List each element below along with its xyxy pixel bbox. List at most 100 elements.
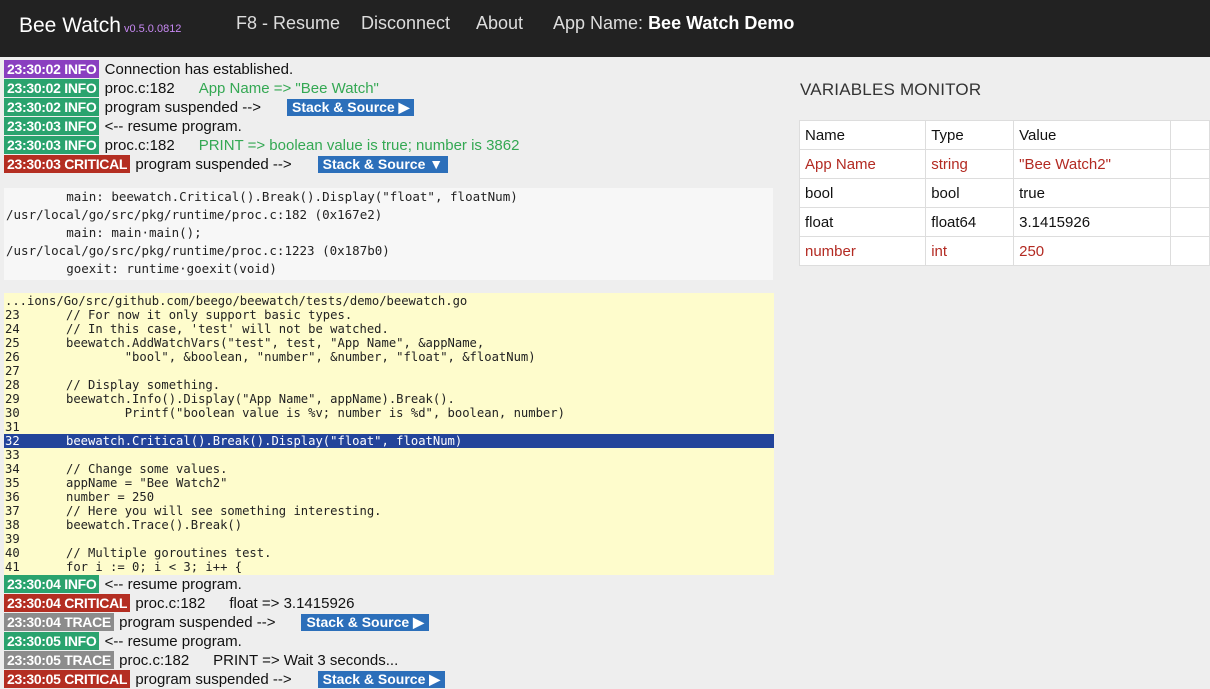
log-message: program suspended --> (131, 671, 292, 688)
log-message: proc.c:182 (131, 595, 206, 612)
code-text: "bool", &boolean, "number", &number, "fl… (66, 350, 536, 364)
line-number: 40 (5, 546, 20, 560)
about-link[interactable]: About (476, 13, 523, 34)
log-level-badge: 23:30:02 INFO (4, 60, 100, 78)
line-number: 36 (5, 490, 20, 504)
code-line: 35 appName = "Bee Watch2" (4, 476, 774, 490)
var-value: true (1013, 178, 1172, 208)
code-line: 39 (4, 532, 774, 546)
disconnect-link[interactable]: Disconnect (361, 13, 450, 34)
code-text: beewatch.AddWatchVars("test", test, "App… (66, 336, 485, 350)
code-line: 23 // For now it only support basic types… (4, 308, 774, 322)
log-message: <-- resume program. (100, 118, 242, 135)
code-line: 31 (4, 420, 774, 434)
table-row: App Name string "Bee Watch2" (799, 149, 1210, 179)
top-navbar: Bee Watch v0.5.0.0812 F8 - Resume Disconn… (0, 0, 1210, 57)
table-row: float float64 3.1415926 (799, 207, 1210, 237)
stack-source-button[interactable]: Stack & Source ▶ (287, 99, 415, 116)
log-level-badge: 23:30:02 INFO (4, 98, 100, 116)
line-number: 35 (5, 476, 20, 490)
stack-line: main: main·main(); (6, 225, 202, 240)
var-extra (1170, 236, 1210, 266)
table-row: number int 250 (799, 236, 1210, 266)
line-number: 23 (5, 308, 20, 322)
log-message: proc.c:182 (100, 80, 175, 97)
log-detail: App Name => "Bee Watch" (198, 80, 379, 97)
stack-source-button[interactable]: Stack & Source ▶ (301, 614, 429, 631)
log-message: program suspended --> (100, 99, 261, 116)
log-entry: 23:30:04 CRITICAL proc.c:182 float => 3.1… (4, 594, 355, 613)
log-entry: 23:30:05 CRITICAL program suspended --> S… (4, 670, 446, 689)
variables-table: Name Type Value App Name string "Bee Watch… (799, 120, 1210, 266)
var-type: bool (925, 178, 1015, 208)
log-detail: PRINT => Wait 3 seconds... (213, 652, 399, 669)
app-name-label: App Name: (553, 13, 644, 33)
stack-source-button[interactable]: Stack & Source ▶ (317, 671, 446, 688)
code-line: 36 number = 250 (4, 490, 774, 504)
brand[interactable]: Bee Watch v0.5.0.0812 (19, 14, 181, 38)
resume-link[interactable]: F8 - Resume (236, 13, 340, 34)
log-message: Connection has established. (100, 61, 294, 78)
stack-line: main: beewatch.Critical().Break().Displa… (6, 189, 518, 204)
code-line: 28 // Display something. (4, 378, 774, 392)
log-level-badge: 23:30:04 CRITICAL (4, 594, 131, 612)
line-number: 27 (5, 364, 20, 378)
line-number: 33 (5, 448, 20, 462)
app-name-display: App Name: Bee Watch Demo (553, 13, 794, 34)
code-text: for i := 0; i < 3; i++ { (66, 560, 243, 574)
line-number: 39 (5, 532, 20, 546)
code-text: // Display something. (66, 378, 221, 392)
code-line: 24 // In this case, 'test' will not be wa… (4, 322, 774, 336)
code-line: 29 beewatch.Info().Display("App Name", ap… (4, 392, 774, 406)
var-name: float (799, 207, 927, 237)
source-file-path: ...ions/Go/src/github.com/beego/beewatch… (5, 294, 468, 308)
log-entry: 23:30:05 TRACE proc.c:182 PRINT => Wait 3… (4, 651, 398, 670)
log-level-badge: 23:30:03 CRITICAL (4, 155, 131, 173)
log-entry: 23:30:03 INFO proc.c:182 PRINT => boolean… (4, 136, 519, 155)
code-text: beewatch.Info().Display("App Name", appN… (66, 392, 455, 406)
code-line: 38 beewatch.Trace().Break() (4, 518, 774, 532)
var-value: 3.1415926 (1013, 207, 1172, 237)
log-entry: 23:30:03 CRITICAL program suspended --> S… (4, 155, 449, 174)
code-line: 26 "bool", &boolean, "number", &number, … (4, 350, 774, 364)
code-line: 33 (4, 448, 774, 462)
code-text: beewatch.Trace().Break() (66, 518, 243, 532)
code-text: number = 250 (66, 490, 155, 504)
log-entry: 23:30:02 INFO Connection has established… (4, 60, 293, 79)
stack-line: /usr/local/go/src/pkg/runtime/proc.c:122… (6, 243, 390, 258)
line-number: 32 (5, 434, 20, 448)
column-header-type: Type (925, 120, 1015, 150)
log-entry: 23:30:02 INFO program suspended --> Stack… (4, 98, 415, 117)
code-text: // In this case, 'test' will not be watc… (66, 322, 389, 336)
log-detail: PRINT => boolean value is true; number i… (198, 137, 520, 154)
line-number: 25 (5, 336, 20, 350)
var-type: float64 (925, 207, 1015, 237)
line-number: 29 (5, 392, 20, 406)
line-number: 26 (5, 350, 20, 364)
stack-line: goexit: runtime·goexit(void) (6, 261, 277, 276)
stack-line: /usr/local/go/src/pkg/runtime/proc.c:182… (6, 207, 383, 222)
code-text: appName = "Bee Watch2" (66, 476, 228, 490)
code-line: 27 (4, 364, 774, 378)
log-detail: float => 3.1415926 (229, 595, 355, 612)
line-number: 37 (5, 504, 20, 518)
table-row: bool bool true (799, 178, 1210, 208)
var-type: string (925, 149, 1015, 179)
app-name-value: Bee Watch Demo (648, 13, 795, 33)
var-extra (1170, 178, 1210, 208)
code-text: // Here you will see something interesti… (66, 504, 382, 518)
stack-source-button[interactable]: Stack & Source ▼ (317, 156, 449, 173)
log-level-badge: 23:30:02 INFO (4, 79, 100, 97)
line-number: 38 (5, 518, 20, 532)
log-message: proc.c:182 (100, 137, 175, 154)
log-level-badge: 23:30:05 INFO (4, 632, 100, 650)
line-number: 24 (5, 322, 20, 336)
code-text: // Change some values. (66, 462, 228, 476)
line-number: 41 (5, 560, 20, 574)
log-level-badge: 23:30:04 TRACE (4, 613, 114, 631)
line-number: 30 (5, 406, 20, 420)
var-extra (1170, 149, 1210, 179)
log-message: program suspended --> (131, 156, 292, 173)
log-message: <-- resume program. (100, 576, 242, 593)
line-number: 28 (5, 378, 20, 392)
